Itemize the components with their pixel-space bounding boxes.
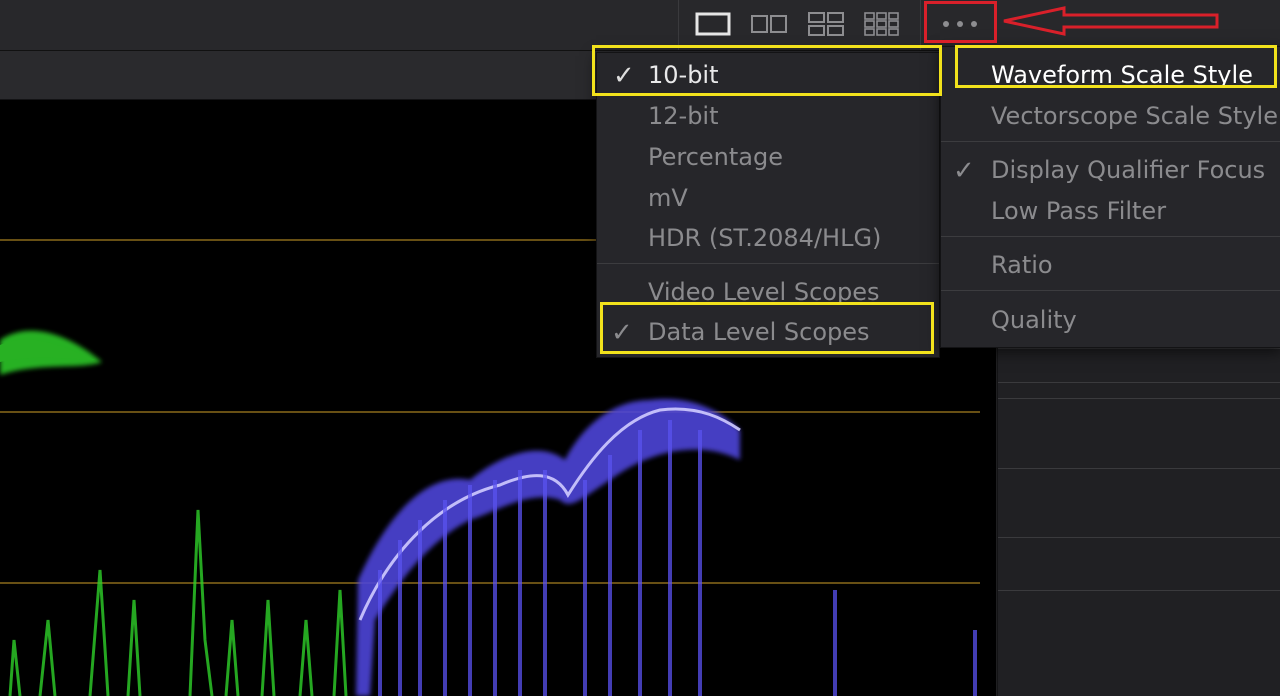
menu-separator bbox=[597, 263, 939, 264]
layout-2x2-icon[interactable] bbox=[806, 8, 846, 40]
check-icon: ✓ bbox=[613, 61, 635, 91]
menu-item-hdr[interactable]: HDR (ST.2084/HLG) bbox=[597, 218, 939, 258]
red-arrow-icon bbox=[1003, 6, 1219, 36]
scope-options-menu: Waveform Scale Style Vectorscope Scale S… bbox=[940, 46, 1280, 348]
menu-item-quality[interactable]: Quality bbox=[941, 300, 1280, 340]
check-icon: ✓ bbox=[611, 318, 633, 348]
menu-item-label: Display Qualifier Focus bbox=[991, 156, 1266, 184]
menu-item-video-level-scopes[interactable]: Video Level Scopes bbox=[597, 272, 939, 312]
panel-divider bbox=[998, 382, 1280, 383]
toolbar-divider bbox=[678, 0, 679, 50]
panel-divider bbox=[998, 537, 1280, 538]
menu-item-label: Data Level Scopes bbox=[648, 318, 870, 346]
menu-item-label: Vectorscope Scale Style bbox=[991, 102, 1278, 130]
menu-item-label: Waveform Scale Style bbox=[991, 61, 1253, 89]
menu-item-label: Ratio bbox=[991, 251, 1053, 279]
menu-item-label: Video Level Scopes bbox=[648, 278, 880, 306]
scale-style-submenu: ✓ 10-bit 12-bit Percentage mV HDR (ST.20… bbox=[596, 52, 940, 358]
panel-divider bbox=[998, 348, 1280, 349]
menu-item-percentage[interactable]: Percentage bbox=[597, 137, 939, 177]
more-horizontal-icon[interactable] bbox=[926, 3, 994, 41]
layout-3x3-icon[interactable] bbox=[862, 8, 902, 40]
menu-separator bbox=[941, 236, 1280, 237]
toolbar-divider bbox=[920, 0, 921, 50]
layout-2up-icon[interactable] bbox=[749, 8, 789, 40]
menu-item-label: Percentage bbox=[648, 143, 784, 171]
menu-item-waveform-scale-style[interactable]: Waveform Scale Style bbox=[941, 55, 1280, 95]
menu-item-low-pass-filter[interactable]: Low Pass Filter bbox=[941, 191, 1280, 231]
menu-separator bbox=[941, 290, 1280, 291]
menu-item-ratio[interactable]: Ratio bbox=[941, 245, 1280, 285]
menu-item-label: mV bbox=[648, 184, 688, 212]
menu-item-label: 10-bit bbox=[648, 61, 719, 89]
menu-item-label: HDR (ST.2084/HLG) bbox=[648, 224, 882, 252]
layout-single-icon[interactable] bbox=[693, 8, 733, 40]
menu-item-vectorscope-scale-style[interactable]: Vectorscope Scale Style bbox=[941, 96, 1280, 136]
check-icon: ✓ bbox=[953, 156, 975, 186]
panel-divider bbox=[998, 468, 1280, 469]
panel-divider bbox=[998, 590, 1280, 591]
menu-item-label: 12-bit bbox=[648, 102, 719, 130]
menu-item-label: Low Pass Filter bbox=[991, 197, 1167, 225]
menu-item-12-bit[interactable]: 12-bit bbox=[597, 96, 939, 136]
menu-item-data-level-scopes[interactable]: ✓ Data Level Scopes bbox=[597, 312, 939, 352]
menu-item-10-bit[interactable]: ✓ 10-bit bbox=[597, 55, 939, 95]
menu-item-label: Quality bbox=[991, 306, 1077, 334]
menu-item-display-qualifier-focus[interactable]: ✓ Display Qualifier Focus bbox=[941, 150, 1280, 190]
panel-divider bbox=[998, 398, 1280, 399]
menu-item-mv[interactable]: mV bbox=[597, 178, 939, 218]
menu-separator bbox=[941, 141, 1280, 142]
